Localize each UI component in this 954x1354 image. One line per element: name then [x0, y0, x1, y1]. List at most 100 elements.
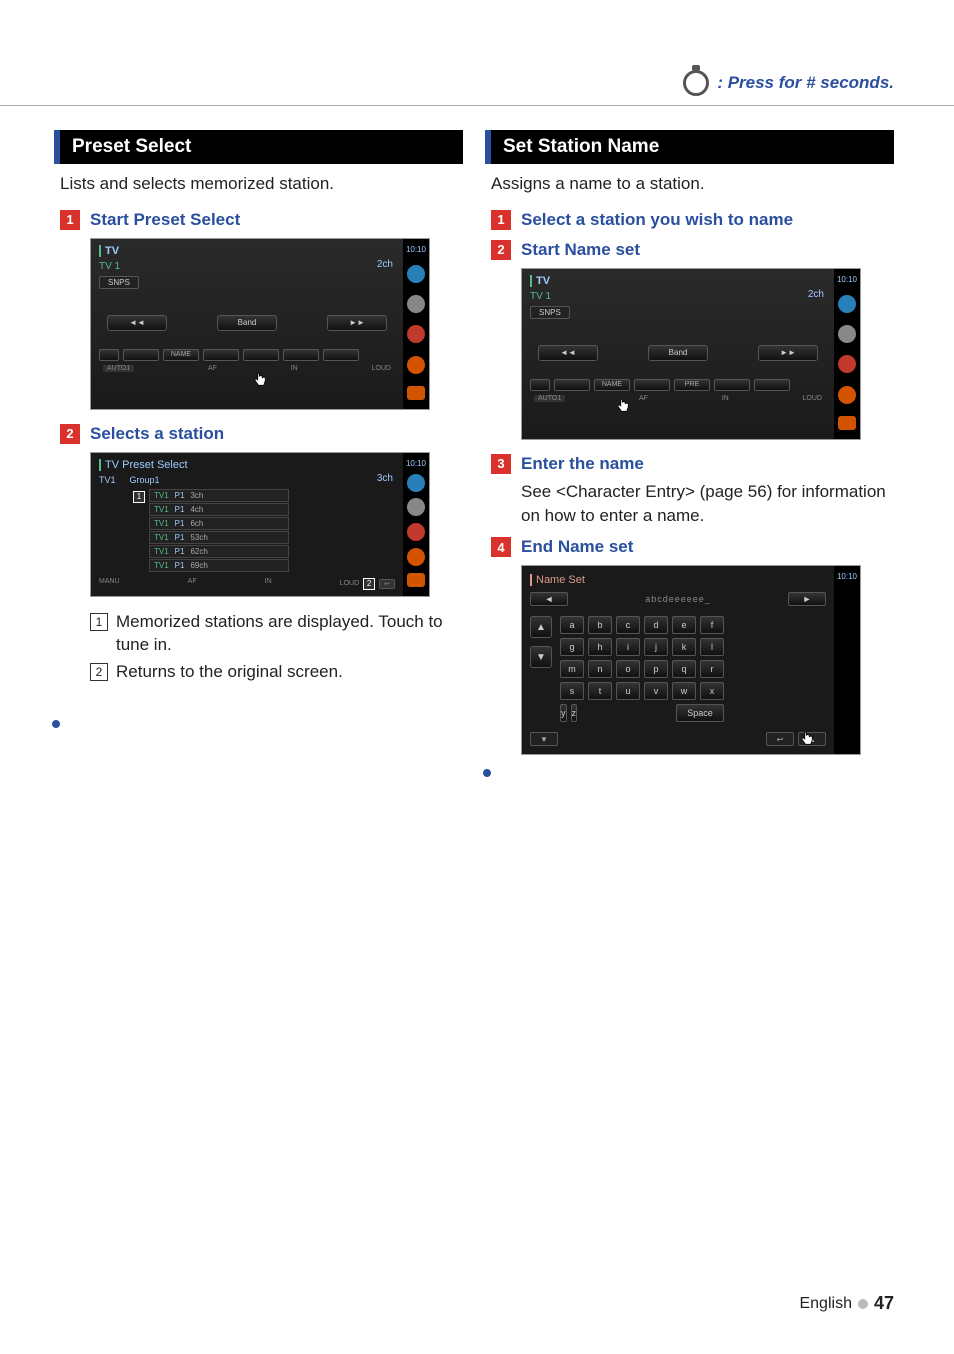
page-down-button[interactable]: ▼: [530, 646, 552, 668]
snps-pill[interactable]: SNPS: [530, 306, 570, 319]
nameset-title: Name Set: [530, 574, 826, 586]
nameset-grid-wrap: a b c d e f g h i j: [560, 616, 724, 722]
char-key[interactable]: u: [616, 682, 640, 700]
pre-mini-button[interactable]: PRE: [674, 379, 710, 391]
side-icon[interactable]: [838, 325, 856, 343]
side-icon[interactable]: [407, 548, 425, 566]
char-key[interactable]: e: [672, 616, 696, 634]
left-notes: 1 Memorized stations are displayed. Touc…: [90, 611, 463, 684]
mini-btn[interactable]: [714, 379, 750, 391]
side-icon[interactable]: [838, 386, 856, 404]
char-key[interactable]: n: [588, 660, 612, 678]
side-icon[interactable]: [407, 295, 425, 313]
char-key[interactable]: j: [644, 638, 668, 656]
band-button[interactable]: Band: [648, 345, 708, 361]
page-up-button[interactable]: ▲: [530, 616, 552, 638]
cursor-left-button[interactable]: ◄: [530, 592, 568, 606]
char-key[interactable]: y: [560, 704, 567, 722]
preset-row[interactable]: TV1P162ch: [149, 545, 289, 558]
key-row: m n o p q r: [560, 660, 724, 678]
side-icon[interactable]: [838, 416, 856, 430]
char-key[interactable]: t: [588, 682, 612, 700]
list-body: TV Preset Select TV1 Group1 3ch 1 TV1P13…: [91, 453, 403, 596]
screen-footer: AUTO1 AF IN LOUD: [530, 395, 826, 402]
mini-btn[interactable]: [554, 379, 590, 391]
mini-btn[interactable]: [203, 349, 239, 361]
nameset-keys: ▲ ▼ a b c d e f: [530, 616, 826, 722]
cursor-right-button[interactable]: ►: [788, 592, 826, 606]
note-text: Memorized stations are displayed. Touch …: [116, 611, 463, 657]
char-key[interactable]: h: [588, 638, 612, 656]
side-icon[interactable]: [838, 355, 856, 373]
mini-btn[interactable]: [123, 349, 159, 361]
footer-in: IN: [722, 395, 729, 402]
step-number: 1: [491, 210, 511, 230]
mini-btn[interactable]: [634, 379, 670, 391]
left-step2: 2 Selects a station: [60, 424, 463, 444]
name-mini-button[interactable]: NAME: [594, 379, 630, 391]
side-icon[interactable]: [407, 573, 425, 587]
mini-btn[interactable]: [530, 379, 550, 391]
prev-button[interactable]: ◄◄: [538, 345, 598, 361]
prev-button[interactable]: ◄◄: [107, 315, 167, 331]
char-key[interactable]: b: [588, 616, 612, 634]
header-rule: [0, 105, 954, 106]
bottom-left-button[interactable]: ▼: [530, 732, 558, 746]
char-key[interactable]: l: [700, 638, 724, 656]
next-button[interactable]: ►►: [758, 345, 818, 361]
return-button[interactable]: ↩: [379, 579, 395, 589]
touch-cursor-icon: [251, 371, 269, 389]
right-step4: 4 End Name set: [491, 537, 894, 557]
return-button[interactable]: ↩: [766, 732, 794, 746]
snps-pill[interactable]: SNPS: [99, 276, 139, 289]
char-key[interactable]: c: [616, 616, 640, 634]
char-key[interactable]: k: [672, 638, 696, 656]
next-button[interactable]: ►►: [327, 315, 387, 331]
char-key[interactable]: s: [560, 682, 584, 700]
char-key[interactable]: w: [672, 682, 696, 700]
char-key[interactable]: f: [700, 616, 724, 634]
preset-row[interactable]: TV1P153ch: [149, 531, 289, 544]
char-key[interactable]: g: [560, 638, 584, 656]
mini-btn[interactable]: [99, 349, 119, 361]
left-step1: 1 Start Preset Select: [60, 210, 463, 230]
char-key[interactable]: v: [644, 682, 668, 700]
mini-btn[interactable]: [243, 349, 279, 361]
char-key[interactable]: z: [571, 704, 578, 722]
side-icon[interactable]: [407, 265, 425, 283]
space-key[interactable]: Space: [676, 704, 724, 722]
left-column: Preset Select Lists and selects memorize…: [60, 130, 463, 777]
name-mini-button[interactable]: NAME: [163, 349, 199, 361]
mini-btn[interactable]: [323, 349, 359, 361]
preset-row[interactable]: TV1P16ch: [149, 517, 289, 530]
char-key[interactable]: i: [616, 638, 640, 656]
side-icon[interactable]: [407, 325, 425, 343]
char-key[interactable]: p: [644, 660, 668, 678]
preset-row[interactable]: TV1P13ch: [149, 489, 289, 502]
side-icon[interactable]: [407, 474, 425, 492]
mini-btn[interactable]: [754, 379, 790, 391]
side-icon[interactable]: [838, 295, 856, 313]
char-key[interactable]: m: [560, 660, 584, 678]
char-key[interactable]: q: [672, 660, 696, 678]
screen-title: TV: [99, 245, 395, 257]
footer-mode: MANU: [99, 578, 120, 590]
char-key[interactable]: a: [560, 616, 584, 634]
touch-cursor-icon: [614, 397, 632, 415]
char-key[interactable]: o: [616, 660, 640, 678]
screen-time: 10:10: [406, 245, 426, 254]
band-button[interactable]: Band: [217, 315, 277, 331]
preset-row[interactable]: TV1P169ch: [149, 559, 289, 572]
mini-btn[interactable]: [283, 349, 319, 361]
side-icon[interactable]: [407, 386, 425, 400]
tv-screenshot-nameset-start: TV TV 1 2ch SNPS ◄◄ Band ►► NAME PRE: [521, 268, 861, 440]
side-icon[interactable]: [407, 356, 425, 374]
char-key[interactable]: d: [644, 616, 668, 634]
side-icon[interactable]: [407, 523, 425, 541]
nameset-screenshot: Name Set ◄ abcdeeeeee_ ► ▲ ▼ a: [521, 565, 861, 755]
preset-row[interactable]: TV1P14ch: [149, 503, 289, 516]
char-key[interactable]: r: [700, 660, 724, 678]
char-key[interactable]: x: [700, 682, 724, 700]
side-icon[interactable]: [407, 498, 425, 516]
stopwatch-icon: [683, 70, 709, 96]
